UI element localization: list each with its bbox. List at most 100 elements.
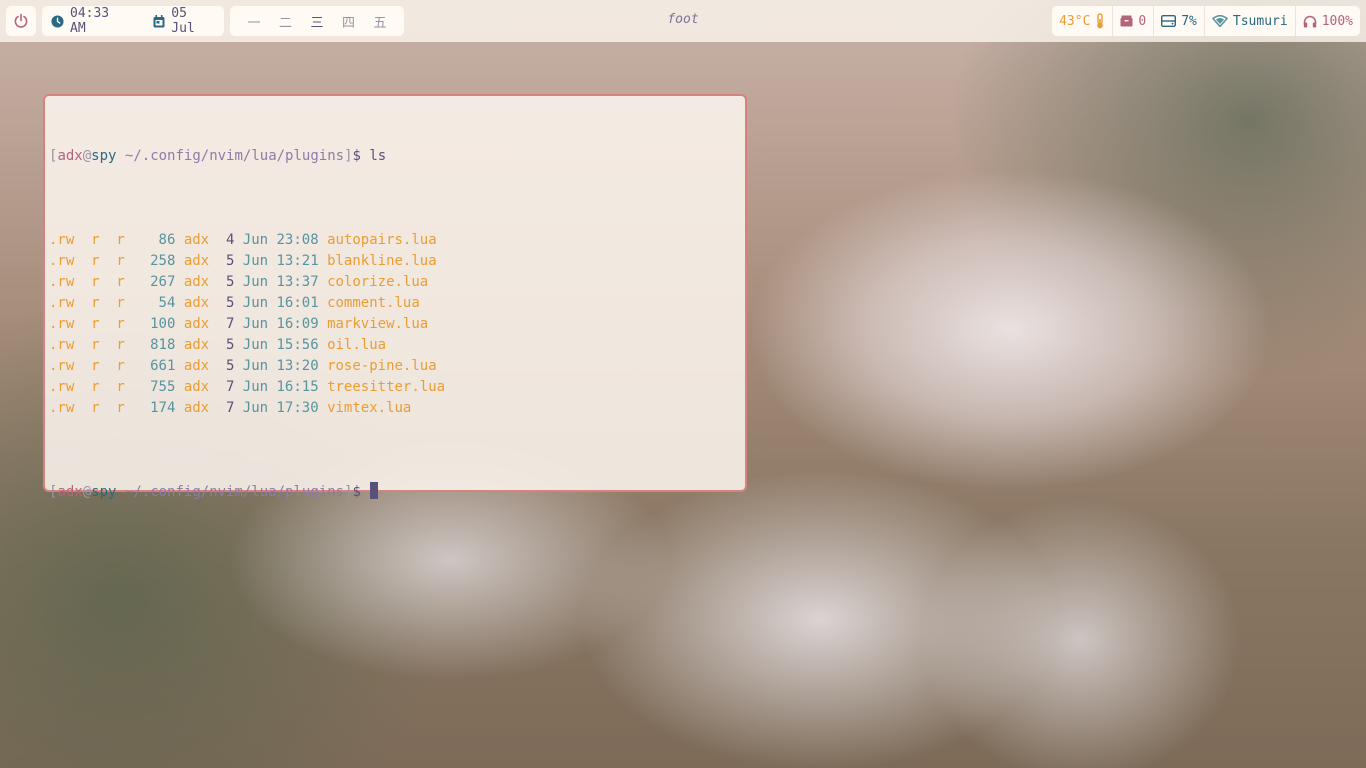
- file-time: 13:37: [276, 274, 319, 290]
- file-user: adx: [183, 253, 210, 269]
- file-time: 16:01: [276, 295, 319, 311]
- text-cursor: [370, 482, 379, 499]
- file-size: 174: [150, 400, 176, 416]
- file-name[interactable]: autopairs.lua: [327, 230, 437, 251]
- file-day: 5: [225, 274, 235, 290]
- file-name[interactable]: colorize.lua: [327, 272, 428, 293]
- file-row: .rw r r 86 adx 4 Jun 23:08 autopairs.lua: [49, 230, 741, 251]
- disk-usage: 7%: [1181, 13, 1197, 29]
- file-day: 5: [225, 358, 235, 374]
- file-list: .rw r r 86 adx 4 Jun 23:08 autopairs.lua .rw r r 258…: [49, 230, 741, 419]
- file-g: r: [91, 358, 100, 374]
- disk-icon: [1161, 15, 1177, 27]
- file-month: Jun: [242, 337, 269, 353]
- wifi-module[interactable]: Tsumuri: [1203, 6, 1295, 36]
- prompt-at: @: [82, 148, 92, 164]
- file-g: r: [91, 295, 100, 311]
- temperature-module[interactable]: 43°C: [1052, 6, 1112, 36]
- terminal-window[interactable]: [adx @ spy ~/.config/nvim/lua/plugins] $ ls…: [43, 94, 747, 500]
- file-name[interactable]: treesitter.lua: [327, 377, 445, 398]
- file-name[interactable]: blankline.lua: [327, 251, 437, 272]
- file-perm: .rw: [49, 379, 75, 395]
- file-row: .rw r r 267 adx 5 Jun 13:37 colorize.lua: [49, 272, 741, 293]
- file-row: .rw r r 755 adx 7 Jun 16:15 treesitter.lua: [49, 377, 741, 398]
- file-perm: .rw: [49, 358, 75, 374]
- file-month: Jun: [242, 274, 269, 290]
- prompt-host: spy: [91, 484, 117, 500]
- prompt-symbol: $: [352, 148, 361, 164]
- file-time: 23:08: [276, 232, 319, 248]
- file-o: r: [116, 358, 125, 374]
- file-time: 16:09: [276, 316, 319, 332]
- prompt-host: spy: [91, 148, 117, 164]
- file-g: r: [91, 400, 100, 416]
- volume-module[interactable]: 100%: [1294, 6, 1360, 36]
- package-icon: [1120, 15, 1133, 27]
- file-row: .rw r r 100 adx 7 Jun 16:09 markview.lua: [49, 314, 741, 335]
- prompt-line-active[interactable]: [adx @ spy ~/.config/nvim/lua/plugins] $: [49, 482, 741, 503]
- file-size: 661: [150, 358, 176, 374]
- file-user: adx: [183, 295, 210, 311]
- file-g: r: [91, 232, 100, 248]
- file-g: r: [91, 316, 100, 332]
- file-name[interactable]: comment.lua: [327, 293, 420, 314]
- file-o: r: [116, 337, 125, 353]
- wifi-icon: [1212, 15, 1228, 27]
- file-month: Jun: [242, 232, 269, 248]
- file-perm: .rw: [49, 232, 75, 248]
- file-g: r: [91, 337, 100, 353]
- file-name[interactable]: markview.lua: [327, 314, 428, 335]
- file-day: 7: [225, 316, 235, 332]
- file-size: 54: [158, 295, 176, 311]
- file-name[interactable]: rose-pine.lua: [327, 356, 437, 377]
- file-g: r: [91, 274, 100, 290]
- file-user: adx: [183, 232, 210, 248]
- file-size: 267: [150, 274, 176, 290]
- file-g: r: [91, 379, 100, 395]
- prompt-user: adx: [57, 148, 83, 164]
- file-time: 16:15: [276, 379, 319, 395]
- file-perm: .rw: [49, 337, 75, 353]
- file-size: 100: [150, 316, 176, 332]
- file-size: 86: [158, 232, 176, 248]
- file-perm: .rw: [49, 316, 75, 332]
- file-perm: .rw: [49, 253, 75, 269]
- file-user: adx: [183, 274, 210, 290]
- prompt-at: @: [82, 484, 92, 500]
- top-bar: 04:33 AM 05 Jul 一 二 三 四 五 foot 43°C 0 7%…: [0, 0, 1366, 42]
- file-month: Jun: [242, 295, 269, 311]
- file-day: 7: [225, 379, 235, 395]
- file-o: r: [116, 295, 125, 311]
- prompt-symbol: $: [352, 484, 361, 500]
- file-day: 5: [225, 337, 235, 353]
- prompt-path: ~/.config/nvim/lua/plugins: [124, 148, 345, 164]
- file-row: .rw r r 258 adx 5 Jun 13:21 blankline.lua: [49, 251, 741, 272]
- file-day: 7: [225, 400, 235, 416]
- wifi-ssid: Tsumuri: [1232, 13, 1288, 29]
- file-user: adx: [183, 400, 210, 416]
- status-modules: 43°C 0 7% Tsumuri 100%: [1052, 6, 1360, 36]
- file-o: r: [116, 253, 125, 269]
- file-day: 4: [225, 232, 235, 248]
- file-o: r: [116, 379, 125, 395]
- temperature-label: 43°C: [1059, 13, 1091, 29]
- file-size: 258: [150, 253, 176, 269]
- file-user: adx: [183, 337, 210, 353]
- disk-module[interactable]: 7%: [1153, 6, 1204, 36]
- file-o: r: [116, 274, 125, 290]
- file-day: 5: [225, 295, 235, 311]
- file-time: 13:20: [276, 358, 319, 374]
- file-size: 818: [150, 337, 176, 353]
- file-o: r: [116, 316, 125, 332]
- file-name[interactable]: vimtex.lua: [327, 398, 411, 419]
- file-o: r: [116, 400, 125, 416]
- file-name[interactable]: oil.lua: [327, 335, 386, 356]
- file-month: Jun: [242, 358, 269, 374]
- notifications-module[interactable]: 0: [1112, 6, 1153, 36]
- file-user: adx: [183, 316, 210, 332]
- file-day: 5: [225, 253, 235, 269]
- prompt-line: [adx @ spy ~/.config/nvim/lua/plugins] $ ls: [49, 146, 741, 167]
- prompt-user: adx: [57, 484, 83, 500]
- notifications-count: 0: [1138, 13, 1147, 29]
- prompt-path: ~/.config/nvim/lua/plugins: [124, 484, 345, 500]
